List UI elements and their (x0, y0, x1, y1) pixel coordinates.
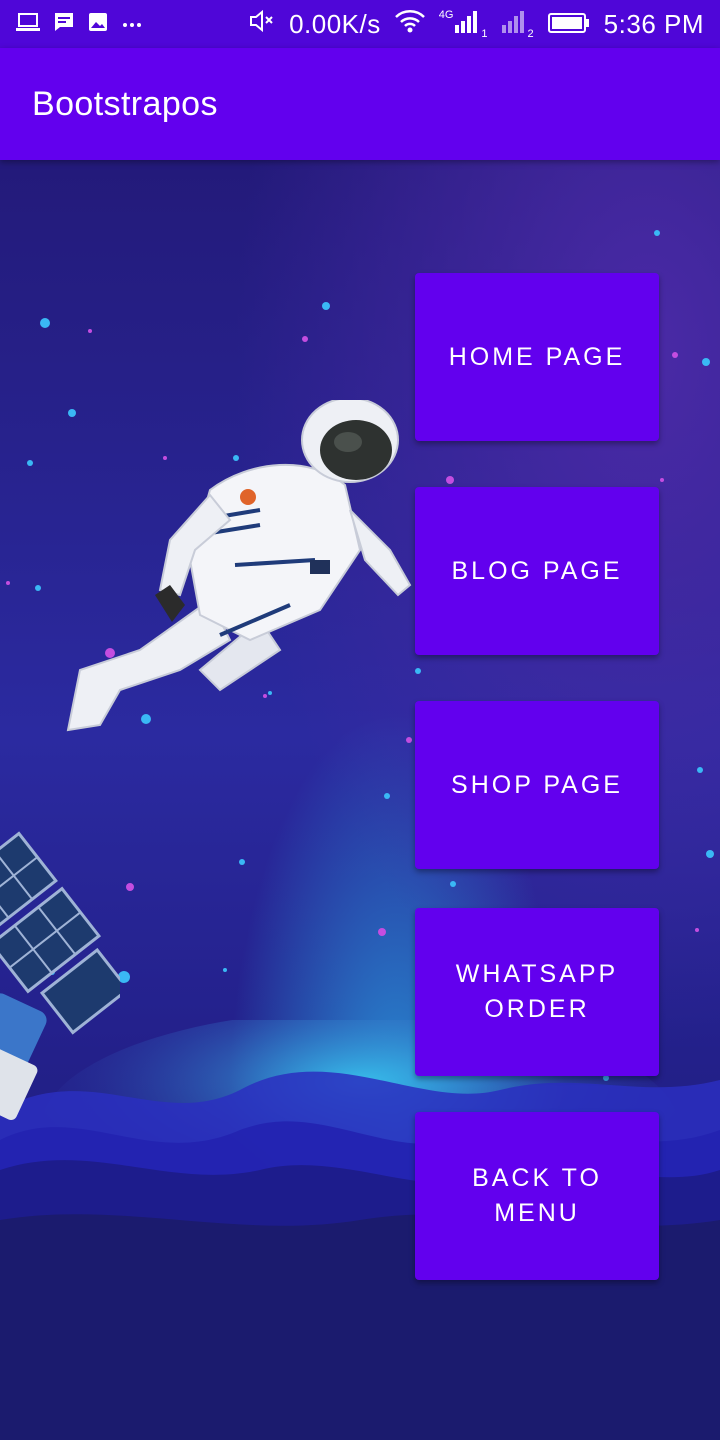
astronaut-illustration (66, 400, 412, 732)
signal-sim1-icon (455, 9, 481, 40)
home-page-label: HOME PAGE (448, 342, 626, 371)
satellite-illustration (0, 831, 120, 1121)
signal-sim2-group: 2 (501, 9, 534, 40)
whatsapp-order-button[interactable]: WHATSAPP ORDER (415, 908, 659, 1076)
battery-icon (547, 9, 590, 40)
message-icon (54, 12, 74, 37)
sim2-label: 2 (527, 27, 534, 40)
back-to-menu-label: BACK TO MENU (472, 1164, 602, 1227)
more-dots-icon (122, 15, 142, 33)
whatsapp-order-label: WHATSAPP ORDER (455, 960, 619, 1023)
status-right-icons: 0.00K/s 4G 1 2 5:36 PM (249, 9, 704, 40)
signal-sim2-icon (501, 9, 528, 40)
shop-page-button[interactable]: SHOP PAGE (415, 701, 659, 869)
clock: 5:36 PM (603, 8, 704, 39)
net-speed: 0.00K/s (289, 8, 381, 39)
status-bar: 0.00K/s 4G 1 2 5:36 PM (0, 0, 720, 48)
mute-icon (249, 9, 275, 40)
shop-page-label: SHOP PAGE (451, 770, 623, 799)
home-page-button[interactable]: HOME PAGE (415, 273, 659, 441)
signal-sim1-group: 4G 1 (439, 9, 488, 40)
wifi-icon (394, 9, 425, 40)
sim1-label: 1 (481, 27, 488, 40)
network-label: 4G (438, 8, 454, 21)
blog-page-label: BLOG PAGE (451, 556, 623, 585)
blog-page-button[interactable]: BLOG PAGE (415, 487, 659, 655)
back-to-menu-button[interactable]: BACK TO MENU (415, 1112, 659, 1280)
app-title: Bootstrapos (32, 84, 218, 123)
app-bar: Bootstrapos (0, 48, 720, 160)
laptop-icon (16, 12, 40, 37)
status-left-icons (16, 12, 142, 37)
image-icon (88, 12, 108, 37)
